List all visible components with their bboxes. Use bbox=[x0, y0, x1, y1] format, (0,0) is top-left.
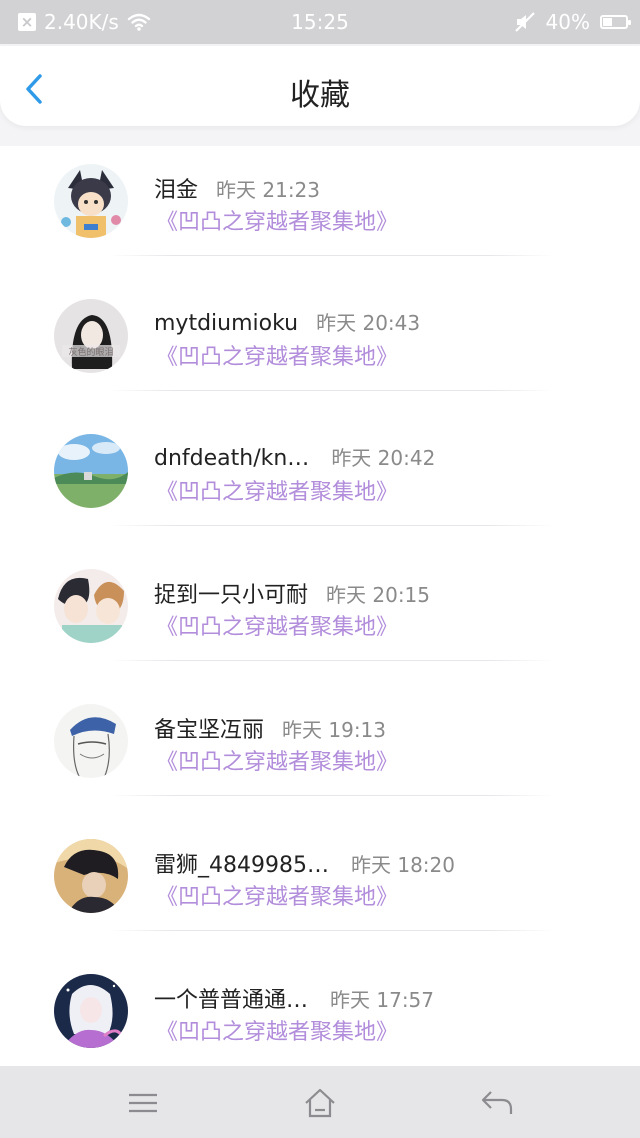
timestamp: 昨天 20:15 bbox=[326, 583, 431, 607]
name-row: dnfdeath/kn… 昨天 20:42 bbox=[154, 442, 435, 471]
status-bar: × 2.40K/s 15:25 40% bbox=[0, 0, 640, 44]
battery-fill bbox=[603, 18, 612, 26]
name-row: 备宝坚冱丽 昨天 19:13 bbox=[154, 712, 386, 744]
avatar[interactable] bbox=[54, 434, 128, 508]
user-name: 备宝坚冱丽 bbox=[154, 718, 265, 743]
avatar[interactable] bbox=[54, 974, 128, 1048]
name-row: 捉到一只小可耐 昨天 20:15 bbox=[154, 577, 430, 609]
divider bbox=[108, 525, 554, 526]
avatar[interactable] bbox=[54, 704, 128, 778]
divider bbox=[108, 795, 554, 796]
collection-tag[interactable]: 《凹凸之穿越者聚集地》 bbox=[156, 744, 398, 776]
menu-icon[interactable] bbox=[126, 1086, 160, 1120]
collection-tag[interactable]: 《凹凸之穿越者聚集地》 bbox=[156, 1014, 398, 1046]
list-item[interactable]: 备宝坚冱丽 昨天 19:13 《凹凸之穿越者聚集地》 bbox=[0, 686, 640, 821]
name-row: 泪金 昨天 21:23 bbox=[154, 172, 320, 204]
collection-tag[interactable]: 《凹凸之穿越者聚集地》 bbox=[156, 339, 398, 371]
timestamp: 昨天 21:23 bbox=[216, 178, 321, 202]
timestamp: 昨天 20:43 bbox=[316, 311, 421, 335]
user-name: dnfdeath/kn… bbox=[154, 446, 310, 471]
divider bbox=[108, 660, 554, 661]
collection-tag[interactable]: 《凹凸之穿越者聚集地》 bbox=[156, 609, 398, 641]
user-name: 雷狮_4849985… bbox=[154, 853, 329, 878]
user-name: mytdiumioku bbox=[154, 311, 299, 336]
favorites-list: 泪金 昨天 21:23 《凹凸之穿越者聚集地》 灰色的眼泪 mytdiumiok… bbox=[0, 146, 640, 1066]
timestamp: 昨天 18:20 bbox=[350, 853, 455, 877]
avatar[interactable] bbox=[54, 839, 128, 913]
system-nav-bar bbox=[0, 1066, 640, 1138]
avatar[interactable]: 灰色的眼泪 bbox=[54, 299, 128, 373]
collection-tag[interactable]: 《凹凸之穿越者聚集地》 bbox=[156, 879, 398, 911]
page-title: 收藏 bbox=[290, 78, 350, 113]
timestamp: 昨天 19:13 bbox=[282, 718, 387, 742]
list-item[interactable]: 雷狮_4849985… 昨天 18:20 《凹凸之穿越者聚集地》 bbox=[0, 821, 640, 956]
mute-icon bbox=[514, 12, 535, 32]
list-item[interactable]: 泪金 昨天 21:23 《凹凸之穿越者聚集地》 bbox=[0, 146, 640, 281]
divider bbox=[108, 390, 554, 391]
timestamp: 昨天 20:42 bbox=[331, 446, 436, 470]
list-item[interactable]: 一个普普通通… 昨天 17:57 《凹凸之穿越者聚集地》 bbox=[0, 956, 640, 1066]
divider bbox=[108, 930, 554, 931]
battery-percent: 40% bbox=[545, 10, 590, 34]
name-row: mytdiumioku 昨天 20:43 bbox=[154, 307, 420, 336]
header: 收藏 bbox=[0, 46, 640, 126]
return-icon[interactable] bbox=[480, 1086, 514, 1120]
user-name: 一个普普通通… bbox=[154, 988, 309, 1013]
avatar[interactable] bbox=[54, 569, 128, 643]
user-name: 捉到一只小可耐 bbox=[154, 583, 309, 608]
collection-tag[interactable]: 《凹凸之穿越者聚集地》 bbox=[156, 474, 398, 506]
collection-tag[interactable]: 《凹凸之穿越者聚集地》 bbox=[156, 204, 398, 236]
list-item[interactable]: 灰色的眼泪 mytdiumioku 昨天 20:43 《凹凸之穿越者聚集地》 bbox=[0, 281, 640, 416]
home-icon[interactable] bbox=[303, 1086, 337, 1120]
name-row: 雷狮_4849985… 昨天 18:20 bbox=[154, 847, 455, 879]
status-right: 40% bbox=[514, 10, 631, 34]
avatar-caption: 灰色的眼泪 bbox=[68, 346, 113, 358]
user-name: 泪金 bbox=[154, 178, 199, 203]
divider bbox=[108, 255, 554, 256]
battery-icon bbox=[600, 15, 631, 29]
list-item[interactable]: dnfdeath/kn… 昨天 20:42 《凹凸之穿越者聚集地》 bbox=[0, 416, 640, 551]
timestamp: 昨天 17:57 bbox=[330, 988, 435, 1012]
list-item[interactable]: 捉到一只小可耐 昨天 20:15 《凹凸之穿越者聚集地》 bbox=[0, 551, 640, 686]
avatar[interactable] bbox=[54, 164, 128, 238]
name-row: 一个普普通通… 昨天 17:57 bbox=[154, 982, 434, 1014]
